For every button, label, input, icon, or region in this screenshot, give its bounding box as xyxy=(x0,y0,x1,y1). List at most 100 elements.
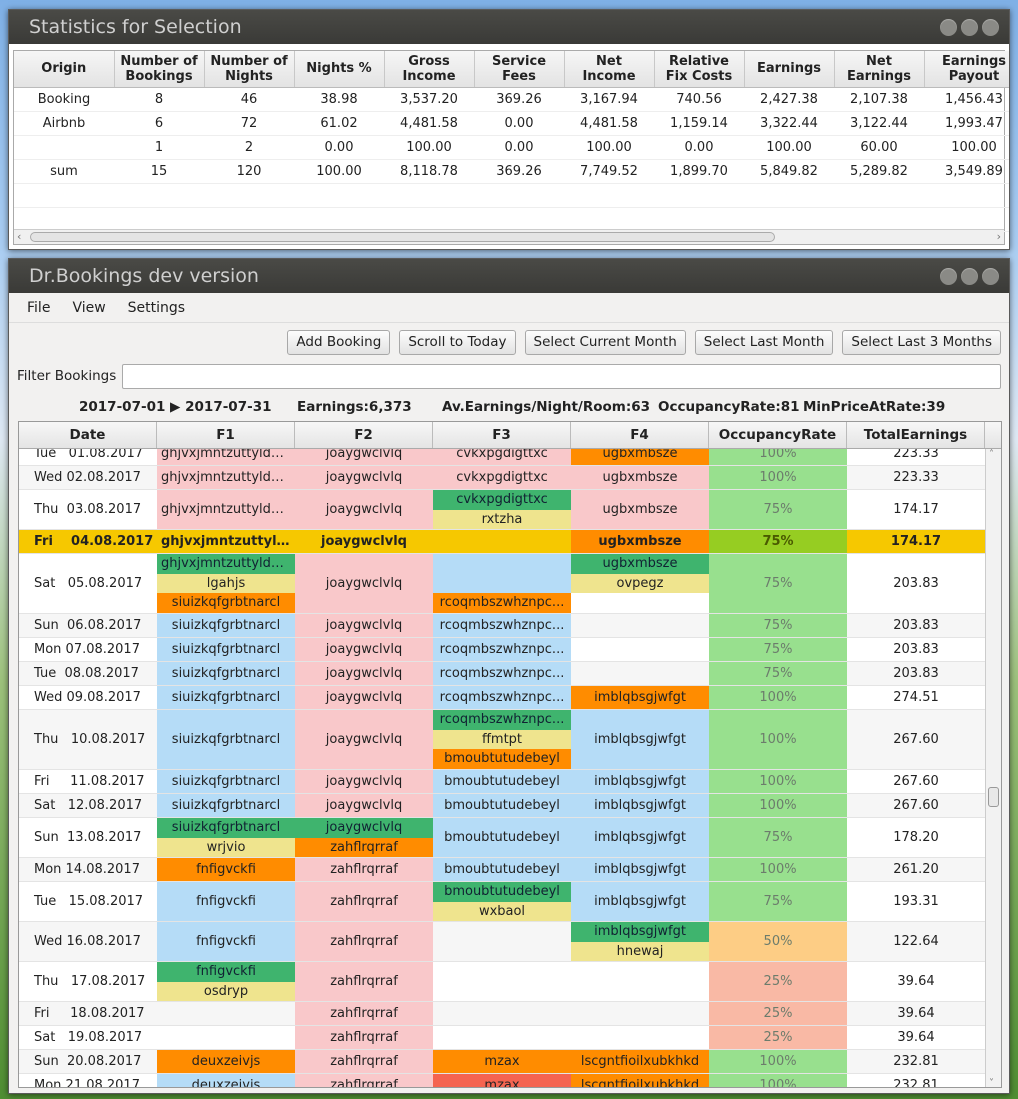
booking-segment[interactable]: deuxzeivjs xyxy=(157,1074,295,1087)
booking-segment[interactable]: wxbaol xyxy=(433,901,571,921)
room-f3-cell[interactable]: bmoubtutudebeyl xyxy=(433,858,571,881)
booking-segment[interactable]: joaygwclvlq xyxy=(295,638,433,661)
column-header-date[interactable]: Date xyxy=(19,422,157,448)
stats-column-header[interactable]: Gross Income xyxy=(384,51,475,88)
stats-horizontal-scrollbar[interactable]: ‹ › xyxy=(14,229,1004,244)
booking-segment[interactable]: bmoubtutudebeyl xyxy=(433,770,571,793)
booking-segment[interactable]: ghjvxjmntzuttyl... xyxy=(157,530,295,553)
booking-segment[interactable]: siuizkqfgrbtnarcl xyxy=(157,710,295,769)
room-f3-cell[interactable] xyxy=(433,962,571,1001)
column-header-f2[interactable]: F2 xyxy=(295,422,433,448)
stats-column-header[interactable]: Net Income xyxy=(564,51,655,88)
booking-segment[interactable]: wrjvio xyxy=(157,837,295,857)
booking-segment[interactable]: joaygwclvlq xyxy=(295,449,433,465)
column-header-f1[interactable]: F1 xyxy=(157,422,295,448)
column-header-totalearnings[interactable]: TotalEarnings xyxy=(847,422,985,448)
table-row[interactable]: Fri 04.08.2017 ghjvxjmntzuttyl... joaygwcl… xyxy=(19,530,986,554)
room-f3-cell[interactable]: rcoqmbszwhznpc... ffmtpt bmoubtutudebeyl xyxy=(433,710,571,769)
booking-segment[interactable]: zahflrqrraf xyxy=(295,1002,433,1025)
booking-segment[interactable]: siuizkqfgrbtnarcl xyxy=(157,614,295,637)
room-f4-cell[interactable]: imblqbsgjwfgt xyxy=(571,794,709,817)
table-row[interactable]: Mon 07.08.2017 siuizkqfgrbtnarcl joaygwclv… xyxy=(19,638,986,662)
minimize-icon[interactable] xyxy=(940,267,957,285)
table-row[interactable]: Sun 06.08.2017 siuizkqfgrbtnarcl joaygwclv… xyxy=(19,614,986,638)
room-f2-cell[interactable]: joaygwclvlq xyxy=(295,530,433,553)
room-f1-cell[interactable] xyxy=(157,1026,295,1049)
booking-segment[interactable]: joaygwclvlq xyxy=(295,710,433,769)
room-f1-cell[interactable]: ghjvxjmntzuttyl... xyxy=(157,530,295,553)
booking-segment[interactable]: cvkxpgdigttxc xyxy=(433,490,571,510)
menu-settings[interactable]: Settings xyxy=(128,300,185,316)
room-f4-cell[interactable]: imblqbsgjwfgt xyxy=(571,858,709,881)
booking-segment[interactable] xyxy=(571,1002,709,1025)
menu-view[interactable]: View xyxy=(72,300,105,316)
booking-segment[interactable] xyxy=(157,1026,295,1049)
stats-column-header[interactable]: Number of Bookings xyxy=(114,51,205,88)
booking-segment[interactable]: rcoqmbszwhznpc... xyxy=(433,662,571,685)
room-f1-cell[interactable]: siuizkqfgrbtnarcl xyxy=(157,794,295,817)
table-row[interactable]: Tue 08.08.2017 siuizkqfgrbtnarcl joaygwclv… xyxy=(19,662,986,686)
room-f3-cell[interactable]: rcoqmbszwhznpc... xyxy=(433,554,571,613)
room-f3-cell[interactable]: mzax xyxy=(433,1074,571,1087)
table-row[interactable]: Sat 12.08.2017 siuizkqfgrbtnarcl joaygwclv… xyxy=(19,794,986,818)
booking-segment[interactable]: zahflrqrraf xyxy=(295,1026,433,1049)
filter-input[interactable] xyxy=(122,363,1001,389)
room-f1-cell[interactable]: siuizkqfgrbtnarcl xyxy=(157,710,295,769)
booking-segment[interactable]: bmoubtutudebeyl xyxy=(433,818,571,857)
table-row[interactable]: Mon 14.08.2017 fnfigvckfi zahflrqrraf bmoub… xyxy=(19,858,986,882)
room-f4-cell[interactable]: ugbxmbsze xyxy=(571,530,709,553)
room-f3-cell[interactable] xyxy=(433,1026,571,1049)
booking-segment[interactable]: ghjvxjmntzuttyldu... xyxy=(157,449,295,465)
booking-segment[interactable]: rcoqmbszwhznpc... xyxy=(433,593,571,613)
room-f3-cell[interactable] xyxy=(433,1002,571,1025)
scroll-to-today-button[interactable]: Scroll to Today xyxy=(399,329,516,355)
booking-segment[interactable]: siuizkqfgrbtnarcl xyxy=(157,638,295,661)
room-f4-cell[interactable] xyxy=(571,1002,709,1025)
room-f2-cell[interactable]: zahflrqrraf xyxy=(295,962,433,1001)
booking-segment[interactable]: siuizkqfgrbtnarcl xyxy=(157,686,295,709)
booking-segment[interactable]: cvkxpgdigttxc xyxy=(433,466,571,489)
booking-segment[interactable]: rcoqmbszwhznpc... xyxy=(433,686,571,709)
table-row[interactable]: Sun 20.08.2017 deuxzeivjs zahflrqrraf mzax l… xyxy=(19,1050,986,1074)
booking-segment[interactable]: lgahjs xyxy=(157,573,295,594)
room-f3-cell[interactable]: bmoubtutudebeyl xyxy=(433,794,571,817)
booking-segment[interactable]: fnfigvckfi xyxy=(157,922,295,961)
booking-segment[interactable] xyxy=(571,1026,709,1049)
booking-segment[interactable] xyxy=(433,1026,571,1049)
booking-segment[interactable]: imblqbsgjwfgt xyxy=(571,818,709,857)
room-f4-cell[interactable]: imblqbsgjwfgt hnewaj xyxy=(571,922,709,961)
stats-column-header[interactable]: Earnings Payout xyxy=(924,51,1009,88)
room-f4-cell[interactable] xyxy=(571,962,709,1001)
room-f1-cell[interactable]: fnfigvckfi osdryp xyxy=(157,962,295,1001)
close-icon[interactable] xyxy=(982,18,999,36)
booking-segment[interactable]: zahflrqrraf xyxy=(295,1074,433,1087)
room-f3-cell[interactable]: bmoubtutudebeyl xyxy=(433,770,571,793)
booking-segment[interactable]: zahflrqrraf xyxy=(295,922,433,961)
booking-segment[interactable]: ghjvxjmntzuttyldu... xyxy=(157,466,295,489)
booking-segment[interactable]: joaygwclvlq xyxy=(295,686,433,709)
booking-segment[interactable] xyxy=(571,638,709,661)
booking-segment[interactable]: joaygwclvlq xyxy=(295,554,433,613)
bookings-table-body[interactable]: Tue 01.08.2017 ghjvxjmntzuttyldu... joaygw… xyxy=(19,449,986,1087)
booking-segment[interactable]: imblqbsgjwfgt xyxy=(571,770,709,793)
booking-segment[interactable]: bmoubtutudebeyl xyxy=(433,749,571,769)
booking-segment[interactable]: ugbxmbsze xyxy=(571,449,709,465)
room-f3-cell[interactable]: rcoqmbszwhznpc... xyxy=(433,686,571,709)
stats-column-header[interactable]: Nights % xyxy=(294,51,385,88)
booking-segment[interactable] xyxy=(433,573,571,594)
booking-segment[interactable]: bmoubtutudebeyl xyxy=(433,794,571,817)
room-f2-cell[interactable]: joaygwclvlq xyxy=(295,662,433,685)
booking-segment[interactable]: siuizkqfgrbtnarcl xyxy=(157,770,295,793)
scroll-up-icon[interactable]: ˄ xyxy=(989,449,994,460)
room-f1-cell[interactable]: deuxzeivjs xyxy=(157,1050,295,1073)
booking-segment[interactable]: ugbxmbsze xyxy=(571,554,709,574)
room-f2-cell[interactable]: joaygwclvlq xyxy=(295,466,433,489)
room-f4-cell[interactable]: imblqbsgjwfgt xyxy=(571,686,709,709)
booking-segment[interactable]: fnfigvckfi xyxy=(157,858,295,881)
booking-segment[interactable]: joaygwclvlq xyxy=(295,466,433,489)
booking-segment[interactable]: zahflrqrraf xyxy=(295,858,433,881)
booking-segment[interactable]: siuizkqfgrbtnarcl xyxy=(157,794,295,817)
room-f2-cell[interactable]: zahflrqrraf xyxy=(295,922,433,961)
booking-segment[interactable] xyxy=(433,922,571,961)
room-f2-cell[interactable]: joaygwclvlq xyxy=(295,614,433,637)
